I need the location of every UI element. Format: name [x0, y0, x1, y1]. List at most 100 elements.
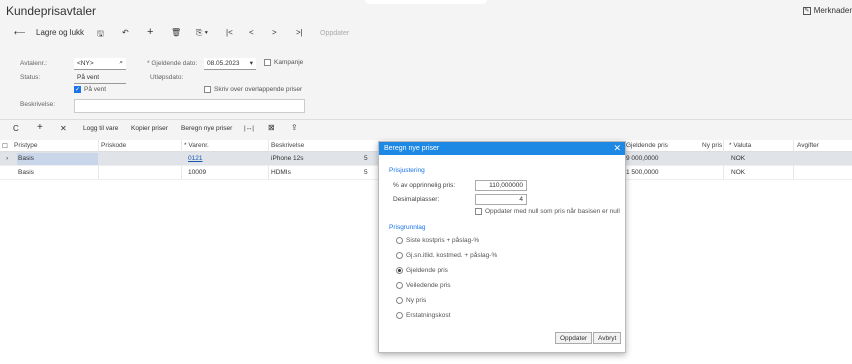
section-prisgrunnlag: Prisgrunnlag [389, 224, 426, 231]
col-varenr[interactable]: * Varenr. [184, 142, 209, 149]
option-gjeldende-pris[interactable]: Gjeldende pris [396, 267, 448, 274]
option-veiledende-pris[interactable]: Veiledende pris [396, 282, 450, 289]
gjeldende-dato-label: * Gjeldende dato: [147, 60, 198, 67]
skriv-over-checkbox[interactable]: Skriv over overlappende priser [204, 86, 302, 93]
cell-varenr[interactable]: 0121 [188, 155, 202, 162]
oppdater-null-label: Oppdater med null som pris når basisen e… [485, 208, 620, 215]
close-icon[interactable]: ✕ [613, 143, 621, 154]
dialog-cancel-button[interactable]: Avbryt [593, 332, 622, 344]
cell-valuta[interactable]: NOK [731, 169, 745, 176]
dialog-update-button[interactable]: Oppdater [555, 332, 593, 344]
radio-button[interactable] [396, 252, 403, 259]
dialog-header: Beregn nye priser ✕ [379, 142, 625, 155]
col-beskrivelse[interactable]: Beskrivelse [271, 142, 304, 149]
paa-vent-box[interactable]: ✓ [74, 86, 81, 93]
fit-columns-icon[interactable]: |↔| [244, 125, 254, 132]
option-label: Siste kostpris + påslag-% [406, 237, 480, 244]
dialog-title: Beregn nye priser [384, 145, 440, 152]
cell-extra[interactable]: 5 [364, 169, 368, 176]
beregn-nye-priser-button[interactable]: Beregn nye priser [181, 125, 232, 132]
cell-beskrivelse[interactable]: HDMIs [271, 169, 291, 176]
col-pristype[interactable]: Pristype [14, 142, 37, 149]
next-record-icon[interactable]: > [272, 28, 277, 37]
beskrivelse-input[interactable] [74, 99, 305, 113]
status-select[interactable]: På vent [74, 72, 126, 84]
radio-button[interactable] [396, 312, 403, 319]
col-nypris[interactable]: Ny pris [702, 142, 722, 149]
radio-button[interactable] [396, 282, 403, 289]
kopier-priser-button[interactable]: Kopier priser [131, 125, 168, 132]
gjeldende-dato-input[interactable]: 08.05.2023 ▾ [204, 58, 256, 70]
kampanje-label: Kampanje [274, 59, 304, 66]
oppdater-null-checkbox[interactable]: Oppdater med null som pris når basisen e… [475, 208, 620, 215]
pct-input[interactable]: 110,000000 [475, 180, 527, 191]
desimal-label: Desimalplasser: [393, 196, 440, 203]
add-icon[interactable]: + [147, 26, 153, 38]
kampanje-box[interactable] [264, 59, 271, 66]
oppdater-null-box[interactable] [475, 208, 482, 215]
first-record-icon[interactable]: |< [226, 28, 233, 37]
col-valuta[interactable]: * Valuta [729, 142, 751, 149]
grid-delete-icon[interactable]: ✕ [60, 124, 67, 133]
row-selector-icon[interactable]: ☐ [2, 142, 8, 150]
back-button[interactable]: ⟵ [14, 28, 25, 37]
copy-menu-icon[interactable]: ⎘ ▾ [196, 28, 208, 38]
cell-pristype[interactable]: Basis [18, 169, 34, 176]
refresh-icon[interactable]: C [13, 124, 19, 133]
delete-icon[interactable]: 🗑 [171, 28, 181, 37]
option-gjsn-kostmed[interactable]: Gj.sn.itlid. kostmed. + påslag-% [396, 252, 497, 259]
utlopsdato-label: Utløpsdato: [150, 74, 184, 81]
col-priskode[interactable]: Priskode [101, 142, 126, 149]
cell-gjeldende[interactable]: 1 500,0000 [626, 169, 659, 176]
page-title: Kundeprisavtaler [6, 4, 97, 18]
cell-extra[interactable]: 5 [364, 155, 368, 162]
save-icon[interactable]: 🖫 [97, 28, 104, 42]
edit-icon: ✎ [802, 6, 811, 15]
upload-icon[interactable]: ⇪ [291, 123, 298, 132]
chevron-down-icon[interactable]: ▾ [250, 59, 253, 67]
desimal-input[interactable]: 4 [475, 194, 527, 205]
col-avgifter[interactable]: Avgifter [797, 142, 819, 149]
radio-button[interactable] [396, 297, 403, 304]
export-icon[interactable]: ⊠ [268, 123, 275, 132]
merknader-label: Merknader [813, 6, 852, 15]
option-erstatningskost[interactable]: Erstatningskost [396, 312, 450, 319]
update-button[interactable]: Oppdater [320, 30, 349, 37]
undo-icon[interactable]: ↶ [122, 28, 129, 37]
prev-record-icon[interactable]: < [249, 28, 254, 37]
section-prisjustering: Prisjustering [389, 167, 425, 174]
grid-add-icon[interactable]: + [37, 122, 43, 133]
logg-til-vare-button[interactable]: Logg til vare [83, 125, 118, 132]
skriv-over-box[interactable] [204, 86, 211, 93]
cell-pristype[interactable]: Basis [17, 153, 98, 165]
kampanje-checkbox[interactable]: Kampanje [264, 59, 303, 66]
beskrivelse-label: Beskrivelse: [20, 101, 56, 108]
cell-gjeldende[interactable]: 9 000,0000 [626, 155, 659, 162]
pct-label: % av opprinnelig pris: [393, 182, 456, 189]
avtalenr-input[interactable]: <NY> ⌕ [74, 58, 126, 70]
skriv-over-label: Skriv over overlappende priser [214, 86, 303, 93]
gjeldende-dato-value: 08.05.2023 [207, 60, 240, 67]
radio-button[interactable] [396, 237, 403, 244]
paa-vent-checkbox[interactable]: ✓ På vent [74, 86, 106, 93]
search-icon[interactable]: ⌕ [119, 59, 123, 67]
option-label: Veiledende pris [406, 282, 451, 289]
status-label: Status: [20, 74, 41, 81]
avtalenr-label: Avtalenr.: [20, 60, 47, 67]
option-label: Erstatningskost [406, 312, 451, 319]
cell-beskrivelse[interactable]: iPhone 12s [271, 155, 304, 162]
option-label: Gj.sn.itlid. kostmed. + påslag-% [406, 252, 498, 259]
save-close-button[interactable]: Lagre og lukk [36, 28, 84, 37]
merknader-toggle[interactable]: ✎ Merknader [802, 6, 852, 15]
top-notch [365, 0, 487, 4]
cell-varenr[interactable]: 10009 [188, 169, 206, 176]
option-label: Ny pris [406, 297, 427, 304]
option-label: Gjeldende pris [406, 267, 448, 274]
option-ny-pris[interactable]: Ny pris [396, 297, 426, 304]
paa-vent-label: På vent [84, 86, 107, 93]
cell-valuta[interactable]: NOK [731, 155, 745, 162]
option-siste-kostpris[interactable]: Siste kostpris + påslag-% [396, 237, 479, 244]
radio-button-selected[interactable] [396, 267, 403, 274]
col-gjeldende[interactable]: Gjeldende pris [626, 142, 668, 149]
last-record-icon[interactable]: >| [296, 28, 303, 37]
